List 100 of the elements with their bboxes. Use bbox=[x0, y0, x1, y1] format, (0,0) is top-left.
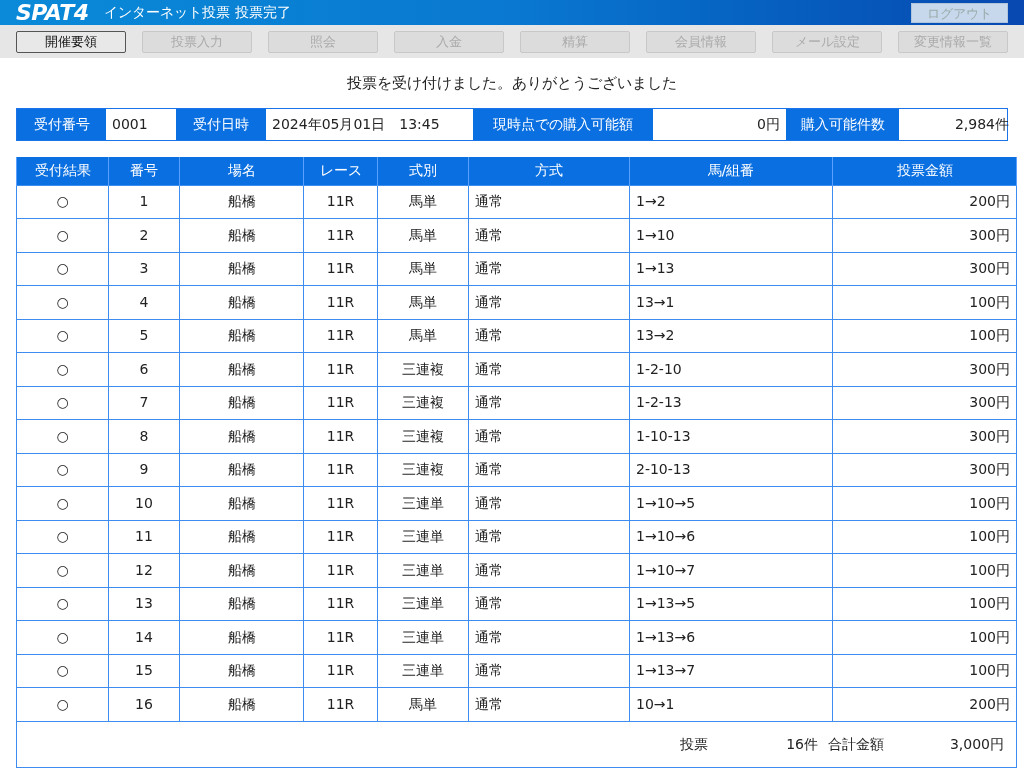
table-cell: 通常 bbox=[468, 386, 630, 420]
table-cell: 三連単 bbox=[377, 587, 469, 621]
count-label: 投票 bbox=[680, 734, 708, 754]
table-cell: 11 bbox=[108, 520, 180, 554]
table-cell: 船橋 bbox=[179, 453, 304, 487]
table-cell: 11R bbox=[303, 419, 378, 453]
table-cell: 200円 bbox=[832, 185, 1017, 219]
table-cell: ○ bbox=[16, 453, 109, 487]
table-cell: 8 bbox=[108, 419, 180, 453]
table-cell: 11R bbox=[303, 252, 378, 286]
info-label: 現時点での購入可能額 bbox=[473, 109, 653, 140]
table-cell: 通常 bbox=[468, 520, 630, 554]
table-cell: 馬単 bbox=[377, 687, 469, 721]
table-cell: ○ bbox=[16, 185, 109, 219]
table-cell: 馬単 bbox=[377, 185, 469, 219]
table-cell: 船橋 bbox=[179, 218, 304, 252]
page-title: インターネット投票 投票完了 bbox=[104, 3, 291, 22]
table-cell: 11R bbox=[303, 553, 378, 587]
table-cell: 馬単 bbox=[377, 319, 469, 353]
table-cell: 1-2-13 bbox=[629, 386, 833, 420]
table-cell: 300円 bbox=[832, 218, 1017, 252]
table-cell: 100円 bbox=[832, 553, 1017, 587]
table-cell: 11R bbox=[303, 654, 378, 688]
table-cell: 1→13→5 bbox=[629, 587, 833, 621]
table-cell: 2-10-13 bbox=[629, 453, 833, 487]
table-cell: 通常 bbox=[468, 587, 630, 621]
table-cell: 通常 bbox=[468, 453, 630, 487]
table-cell: 通常 bbox=[468, 486, 630, 520]
table-cell: 船橋 bbox=[179, 587, 304, 621]
table-cell: ○ bbox=[16, 386, 109, 420]
table-cell: 1→10→7 bbox=[629, 553, 833, 587]
table-cell: 三連単 bbox=[377, 486, 469, 520]
info-value: 0001 bbox=[111, 115, 149, 134]
column-header: 受付結果 bbox=[16, 157, 109, 185]
table-cell: 船橋 bbox=[179, 620, 304, 654]
table-cell: 3 bbox=[108, 252, 180, 286]
column-header: 馬/組番 bbox=[629, 157, 833, 185]
table-cell: 1→10→6 bbox=[629, 520, 833, 554]
table-cell: 通常 bbox=[468, 419, 630, 453]
table-cell: 13→2 bbox=[629, 319, 833, 353]
table-cell: 船橋 bbox=[179, 319, 304, 353]
table-cell: 12 bbox=[108, 553, 180, 587]
table-cell: 11R bbox=[303, 352, 378, 386]
table-cell: 馬単 bbox=[377, 285, 469, 319]
table-cell: 11R bbox=[303, 453, 378, 487]
info-label: 受付番号 bbox=[17, 109, 106, 140]
table-cell: ○ bbox=[16, 520, 109, 554]
table-cell: ○ bbox=[16, 218, 109, 252]
table-cell: 11R bbox=[303, 319, 378, 353]
table-cell: 三連複 bbox=[377, 386, 469, 420]
table-cell: 船橋 bbox=[179, 553, 304, 587]
table-cell: 300円 bbox=[832, 252, 1017, 286]
count-value: 16件 bbox=[785, 734, 818, 754]
table-cell: 1→10→5 bbox=[629, 486, 833, 520]
table-cell: ○ bbox=[16, 486, 109, 520]
table-cell: 100円 bbox=[832, 285, 1017, 319]
confirmation-message: 投票を受け付けました。ありがとうございました bbox=[347, 72, 677, 94]
table-cell: 11R bbox=[303, 687, 378, 721]
table-cell: 300円 bbox=[832, 419, 1017, 453]
table-cell: 300円 bbox=[832, 453, 1017, 487]
table-cell: 2 bbox=[108, 218, 180, 252]
table-cell: 通常 bbox=[468, 319, 630, 353]
table-cell: 通常 bbox=[468, 687, 630, 721]
table-cell: ○ bbox=[16, 687, 109, 721]
column-header: 番号 bbox=[108, 157, 180, 185]
table-cell: 三連単 bbox=[377, 620, 469, 654]
table-cell: 11R bbox=[303, 587, 378, 621]
table-cell: 14 bbox=[108, 620, 180, 654]
table-cell: 1 bbox=[108, 185, 180, 219]
table-cell: 11R bbox=[303, 185, 378, 219]
table-cell: 100円 bbox=[832, 319, 1017, 353]
table-cell: 三連単 bbox=[377, 553, 469, 587]
table-cell: 100円 bbox=[832, 486, 1017, 520]
info-label: 受付日時 bbox=[176, 109, 266, 140]
table-cell: 10→1 bbox=[629, 687, 833, 721]
table-cell: 6 bbox=[108, 352, 180, 386]
table-cell: 7 bbox=[108, 386, 180, 420]
table-cell: ○ bbox=[16, 620, 109, 654]
table-cell: 11R bbox=[303, 285, 378, 319]
total-value: 3,000円 bbox=[948, 734, 1004, 754]
table-cell: 三連単 bbox=[377, 520, 469, 554]
table-cell: 15 bbox=[108, 654, 180, 688]
table-cell: 13 bbox=[108, 587, 180, 621]
table-cell: 馬単 bbox=[377, 252, 469, 286]
nav-button[interactable]: 開催要領 bbox=[16, 30, 126, 53]
table-cell: 通常 bbox=[468, 218, 630, 252]
table-cell: 11R bbox=[303, 386, 378, 420]
table-cell: 馬単 bbox=[377, 218, 469, 252]
table-cell: 三連単 bbox=[377, 654, 469, 688]
table-cell: 5 bbox=[108, 319, 180, 353]
table-cell: 船橋 bbox=[179, 386, 304, 420]
table-cell: 通常 bbox=[468, 553, 630, 587]
table-cell: 11R bbox=[303, 520, 378, 554]
column-header: 式別 bbox=[377, 157, 469, 185]
table-cell: 1→13→7 bbox=[629, 654, 833, 688]
column-header: 場名 bbox=[179, 157, 304, 185]
table-cell: 100円 bbox=[832, 654, 1017, 688]
table-cell: 10 bbox=[108, 486, 180, 520]
table-cell: 1-2-10 bbox=[629, 352, 833, 386]
table-cell: 船橋 bbox=[179, 654, 304, 688]
